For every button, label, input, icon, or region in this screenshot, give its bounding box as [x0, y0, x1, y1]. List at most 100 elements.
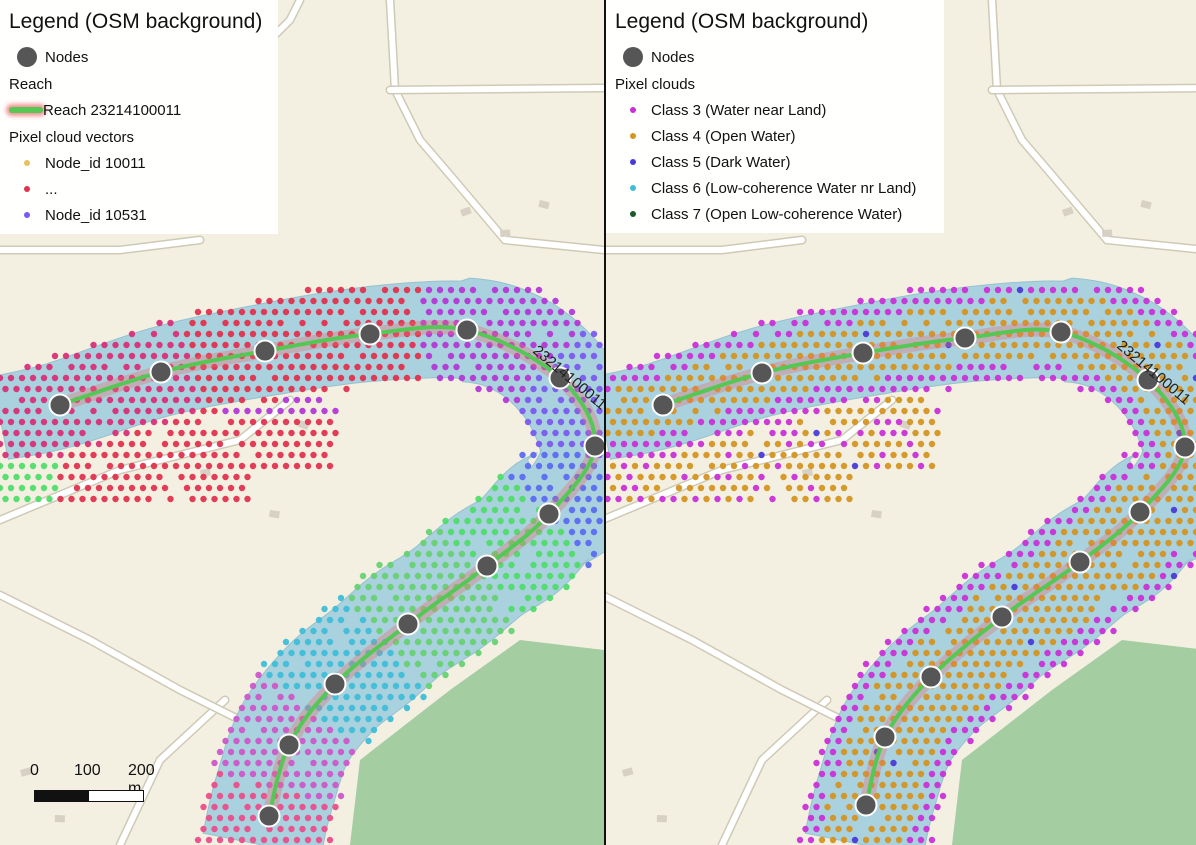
pixel-point [321, 319, 328, 327]
node [1068, 550, 1092, 574]
pixel-point [615, 429, 622, 437]
pixel-point [321, 759, 328, 767]
pixel-point [282, 374, 290, 382]
pixel-point [851, 770, 859, 778]
pixel-point [1022, 693, 1029, 701]
pixel-point [978, 715, 985, 723]
pixel-point [326, 836, 334, 844]
pixel-point [233, 759, 240, 767]
pixel-point [238, 770, 246, 778]
pixel-point [106, 396, 114, 404]
pixel-point [24, 363, 31, 371]
pixel-point [200, 451, 207, 459]
left-map-panel[interactable]: 23214100011 Legend (OSM background) Node… [0, 0, 604, 845]
pixel-point [934, 605, 941, 613]
pixel-point [123, 363, 130, 371]
pixel-point [51, 440, 59, 448]
pixel-point [288, 407, 295, 415]
pixel-point [167, 429, 174, 437]
pixel-point [1165, 451, 1172, 459]
pixel-point [703, 473, 710, 481]
pixel-point [491, 616, 499, 624]
pixel-point [420, 583, 427, 591]
pixel-point [1099, 627, 1106, 635]
pixel-point [906, 770, 914, 778]
pixel-point [84, 440, 92, 448]
pixel-point [1126, 484, 1134, 492]
pixel-point [950, 748, 958, 756]
pixel-point [906, 330, 914, 338]
pixel-point [1110, 363, 1117, 371]
pixel-point [906, 396, 914, 404]
pixel-point [1022, 627, 1029, 635]
right-map-panel[interactable]: 23214100011 Legend (OSM background) Node… [606, 0, 1196, 845]
pixel-point [502, 352, 510, 360]
pixel-point [967, 583, 974, 591]
pixel-point [1115, 330, 1123, 338]
pixel-point [288, 649, 295, 657]
pixel-point [873, 308, 881, 316]
pixel-point [703, 495, 710, 503]
pixel-point [24, 451, 31, 459]
pixel-point [475, 495, 482, 503]
pixel-point [681, 451, 688, 459]
pixel-point [216, 396, 224, 404]
pixel-point [637, 363, 644, 371]
pixel-point [249, 440, 257, 448]
node [583, 434, 604, 458]
pixel-point [183, 330, 191, 338]
pixel-point [1016, 352, 1024, 360]
pixel-dot-icon [24, 160, 30, 166]
pixel-point [912, 781, 919, 789]
pixel-point [475, 649, 482, 657]
node [1049, 320, 1073, 344]
pixel-point [277, 715, 284, 723]
pixel-point [381, 374, 389, 382]
pixel-point [392, 660, 400, 668]
pixel-point [337, 308, 345, 316]
pixel-point [282, 704, 290, 712]
pixel-point [381, 286, 389, 294]
pixel-point [321, 781, 328, 789]
pixel-point [1049, 352, 1057, 360]
pixel-point [51, 374, 59, 382]
node [537, 502, 561, 526]
scale-label-100: 100 [74, 762, 101, 779]
pixel-point [79, 451, 86, 459]
pixel-point [1099, 517, 1106, 525]
pixel-point [513, 396, 521, 404]
pixel-point [659, 473, 666, 481]
pixel-point [205, 484, 213, 492]
node [1173, 435, 1196, 459]
pixel-point [304, 638, 312, 646]
pixel-point [626, 429, 633, 437]
building [871, 509, 882, 519]
pixel-point [829, 396, 837, 404]
pixel-point [890, 297, 897, 305]
pixel-point [675, 484, 683, 492]
pixel-point [359, 638, 367, 646]
pixel-point [299, 627, 306, 635]
pixel-point [348, 374, 356, 382]
pixel-point [1005, 682, 1013, 690]
pixel-point [708, 418, 716, 426]
pixel-point [829, 330, 837, 338]
pixel-point [1121, 605, 1128, 613]
pixel-point [978, 297, 985, 305]
pixel-point [681, 363, 688, 371]
pixel-point [409, 693, 416, 701]
pixel-point [934, 297, 941, 305]
pixel-dot-icon [630, 159, 636, 165]
pixel-point [68, 429, 75, 437]
pixel-point [1148, 308, 1156, 316]
pixel-point [293, 814, 301, 822]
pixel-point [260, 308, 268, 316]
pixel-point [480, 352, 488, 360]
pixel-point [464, 341, 471, 349]
pixel-point [112, 341, 119, 349]
pixel-point [1049, 660, 1057, 668]
pixel-point [1159, 440, 1167, 448]
pixel-point [266, 407, 273, 415]
pixel-point [818, 440, 826, 448]
pixel-point [233, 429, 240, 437]
